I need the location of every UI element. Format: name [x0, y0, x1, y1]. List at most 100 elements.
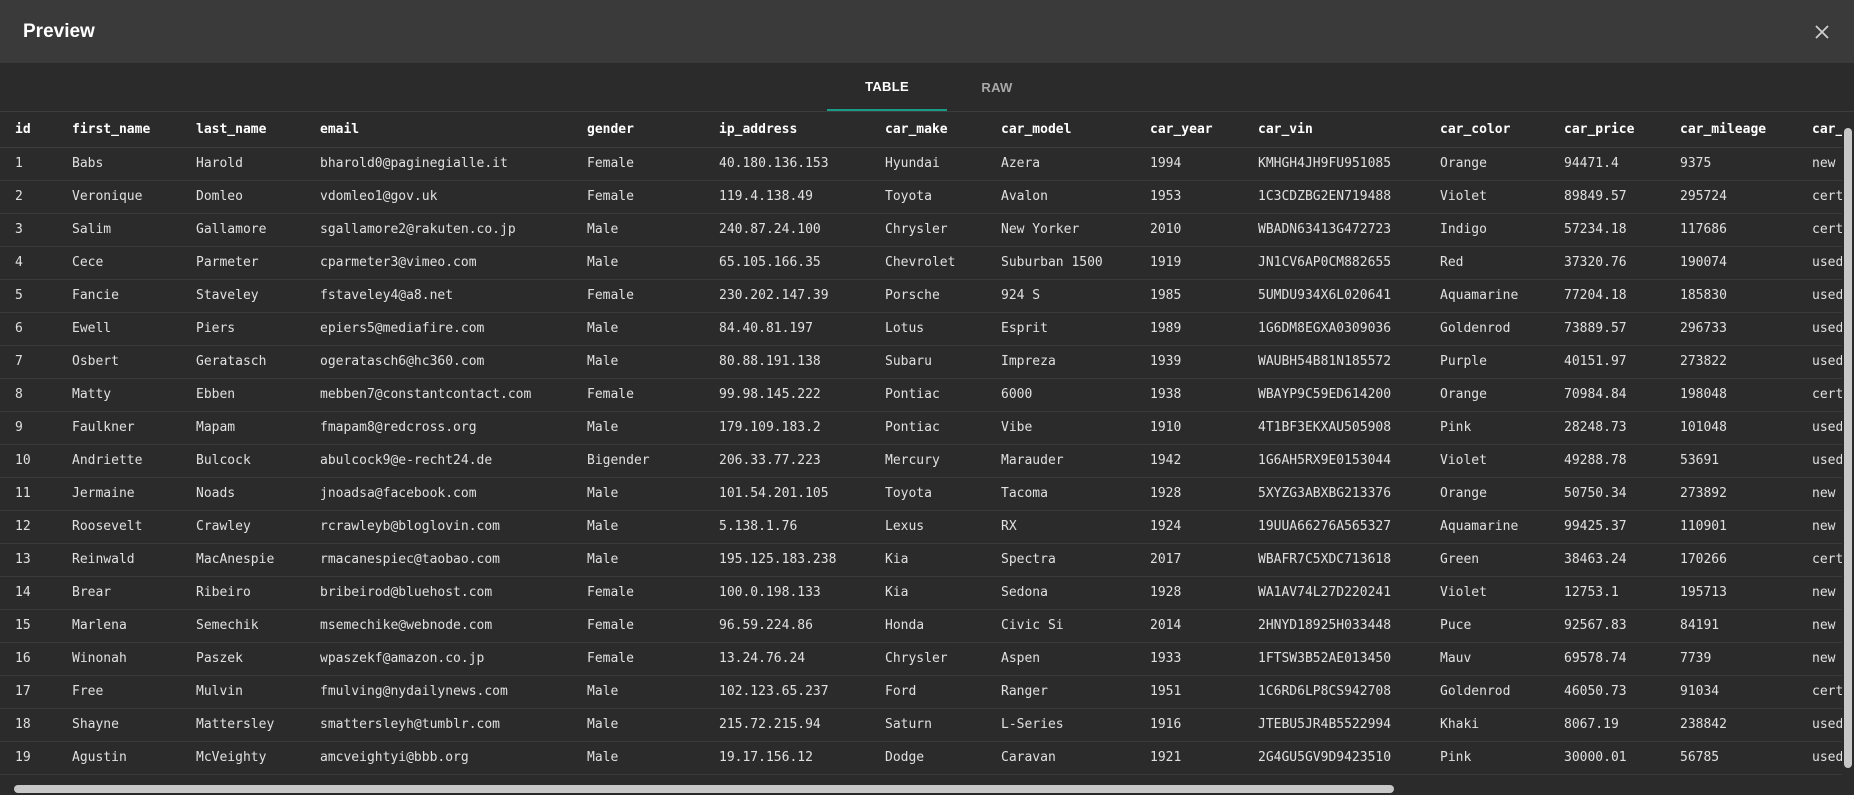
table-cell: Female [572, 609, 704, 643]
table-cell: 1919 [1135, 246, 1243, 280]
table-cell: Esprit [986, 312, 1135, 346]
table-cell: Gallamore [181, 213, 305, 247]
table-row[interactable]: 3 Salim Gallamore sgallamore2@rakuten.co.jp… [0, 213, 1842, 247]
table-cell: fstaveley4@a8.net [305, 279, 572, 313]
column-header[interactable]: car_mileage [1665, 112, 1797, 148]
table-cell: 73889.57 [1549, 312, 1665, 346]
table-cell: Male [572, 411, 704, 445]
table-cell: jnoadsa@facebook.com [305, 477, 572, 511]
table-row[interactable]: 4 Cece Parmeter cparmeter3@vimeo.com Male 65.… [0, 246, 1842, 280]
table-cell: Marlena [57, 609, 181, 643]
table-cell: Indigo [1425, 213, 1549, 247]
column-header[interactable]: car_vin [1243, 112, 1425, 148]
table-cell: Aquamarine [1425, 279, 1549, 313]
vertical-scrollbar-thumb[interactable] [1844, 128, 1852, 768]
column-header[interactable]: car_make [870, 112, 986, 148]
table-cell: Male [572, 543, 704, 577]
column-header[interactable]: car_model [986, 112, 1135, 148]
table-row[interactable]: 7 Osbert Geratasch ogeratasch6@hc360.com Mal… [0, 345, 1842, 379]
table-cell: 12753.1 [1549, 576, 1665, 610]
table-row[interactable]: 13 Reinwald MacAnespie rmacanespiec@taobao.… [0, 543, 1842, 577]
column-header[interactable]: email [305, 112, 572, 148]
table-cell: 238842 [1665, 708, 1797, 742]
table-cell: Caravan [986, 741, 1135, 775]
table-cell: 1928 [1135, 477, 1243, 511]
horizontal-scrollbar-thumb[interactable] [14, 785, 1394, 793]
table-cell: 49288.78 [1549, 444, 1665, 478]
table-cell: 1938 [1135, 378, 1243, 412]
table-cell: WA1AV74L27D220241 [1243, 576, 1425, 610]
table-cell: 91034 [1665, 675, 1797, 709]
table-cell: 6000 [986, 378, 1135, 412]
table-cell: abulcock9@e-recht24.de [305, 444, 572, 478]
table-cell: Salim [57, 213, 181, 247]
table-cell: 1C3CDZBG2EN719488 [1243, 180, 1425, 214]
column-header[interactable]: car_color [1425, 112, 1549, 148]
table-cell: 12 [0, 510, 57, 544]
column-header[interactable]: car_price [1549, 112, 1665, 148]
table-cell: 13.24.76.24 [704, 642, 870, 676]
table-row[interactable]: 5 Fancie Staveley fstaveley4@a8.net Female 23… [0, 279, 1842, 313]
table-cell: 53691 [1665, 444, 1797, 478]
table-cell: Pontiac [870, 378, 986, 412]
table-cell: Geratasch [181, 345, 305, 379]
table-cell: Azera [986, 147, 1135, 181]
column-header[interactable]: gender [572, 112, 704, 148]
column-header[interactable]: car_year [1135, 112, 1243, 148]
column-header[interactable]: first_name [57, 112, 181, 148]
table-row[interactable]: 9 Faulkner Mapam fmapam8@redcross.org Male 17… [0, 411, 1842, 445]
table-cell: Purple [1425, 345, 1549, 379]
table-cell: Babs [57, 147, 181, 181]
table-cell: 19.17.156.12 [704, 741, 870, 775]
tab-raw[interactable]: RAW [947, 63, 1047, 111]
table-cell: 195.125.183.238 [704, 543, 870, 577]
table-cell: 1951 [1135, 675, 1243, 709]
table-row[interactable]: 6 Ewell Piers epiers5@mediafire.com Male 84.4… [0, 312, 1842, 346]
table-cell: Lexus [870, 510, 986, 544]
column-header[interactable]: ip_address [704, 112, 870, 148]
table-row[interactable]: 19 Agustin McVeighty amcveightyi@bbb.org Mal… [0, 741, 1842, 775]
table-cell: Saturn [870, 708, 986, 742]
table-cell: Female [572, 180, 704, 214]
vertical-scrollbar[interactable] [1842, 112, 1854, 782]
table-row[interactable]: 17 Free Mulvin fmulving@nydailynews.com Male… [0, 675, 1842, 709]
table-cell: used [1797, 345, 1842, 379]
table-row[interactable]: 16 Winonah Paszek wpaszekf@amazon.co.jp Fema… [0, 642, 1842, 676]
table-cell: 1FTSW3B52AE013450 [1243, 642, 1425, 676]
table-row[interactable]: 11 Jermaine Noads jnoadsa@facebook.com Male 1… [0, 477, 1842, 511]
close-button[interactable] [1808, 18, 1836, 46]
table-row[interactable]: 18 Shayne Mattersley smattersleyh@tumblr.co… [0, 708, 1842, 742]
table-row[interactable]: 8 Matty Ebben mebben7@constantcontact.com Fe… [0, 378, 1842, 412]
table-cell: 230.202.147.39 [704, 279, 870, 313]
column-header[interactable]: id [0, 112, 57, 148]
table-cell: used [1797, 411, 1842, 445]
table-cell: 1942 [1135, 444, 1243, 478]
table-cell: used [1797, 708, 1842, 742]
table-cell: Matty [57, 378, 181, 412]
table-cell: Spectra [986, 543, 1135, 577]
table-cell: used [1797, 741, 1842, 775]
table-cell: cert [1797, 675, 1842, 709]
table-cell: Male [572, 345, 704, 379]
table-row[interactable]: 10 Andriette Bulcock abulcock9@e-recht24.de… [0, 444, 1842, 478]
table-row[interactable]: 15 Marlena Semechik msemechike@webnode.com F… [0, 609, 1842, 643]
table-cell: 84.40.81.197 [704, 312, 870, 346]
table-row[interactable]: 1 Babs Harold bharold0@paginegialle.it Femal… [0, 147, 1842, 181]
table-cell: 89849.57 [1549, 180, 1665, 214]
table-row[interactable]: 2 Veronique Domleo vdomleo1@gov.uk Female 119… [0, 180, 1842, 214]
column-header[interactable]: last_name [181, 112, 305, 148]
table-cell: Suburban 1500 [986, 246, 1135, 280]
table-cell: 17 [0, 675, 57, 709]
table-cell: 190074 [1665, 246, 1797, 280]
data-table-container[interactable]: id first_name last_name email gender ip_addre… [0, 112, 1842, 782]
table-cell: 2G4GU5GV9D9423510 [1243, 741, 1425, 775]
table-row[interactable]: 14 Brear Ribeiro bribeirod@bluehost.com Fema… [0, 576, 1842, 610]
table-row[interactable]: 12 Roosevelt Crawley rcrawleyb@bloglovin.co… [0, 510, 1842, 544]
tab-table[interactable]: TABLE [827, 63, 947, 111]
table-cell: Noads [181, 477, 305, 511]
table-cell: wpaszekf@amazon.co.jp [305, 642, 572, 676]
table-cell: 2 [0, 180, 57, 214]
table-cell: Osbert [57, 345, 181, 379]
column-header[interactable]: car_ [1797, 112, 1842, 148]
horizontal-scrollbar[interactable] [0, 782, 1842, 795]
